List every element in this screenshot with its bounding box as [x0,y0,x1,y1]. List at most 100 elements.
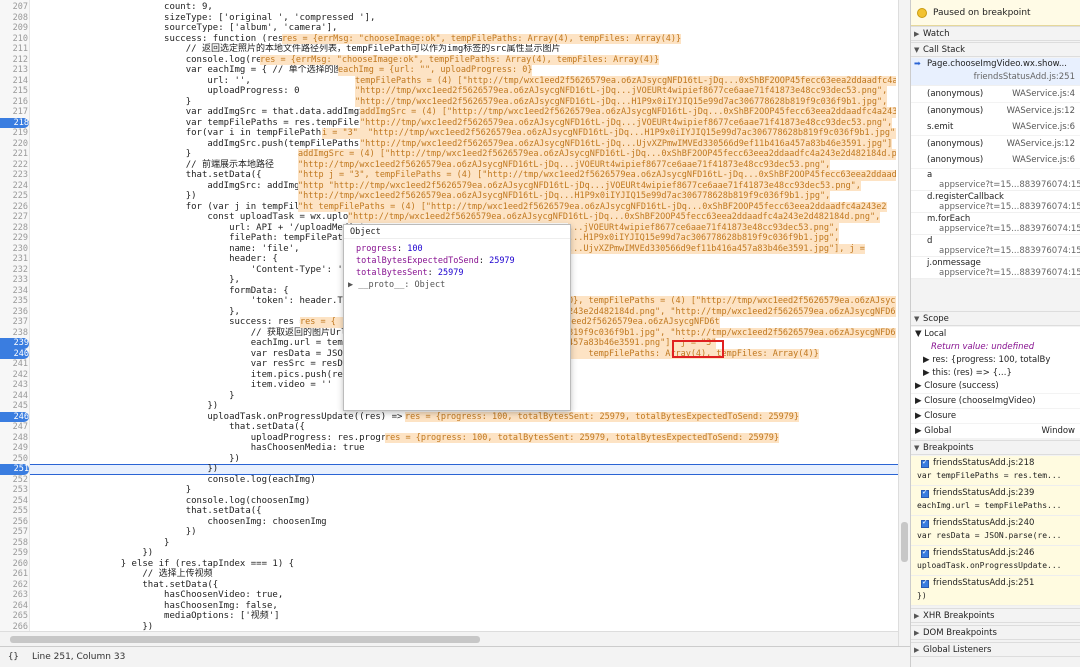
code-line[interactable]: }) [34,548,153,559]
call-frame[interactable]: d appservice?t=15...883976074:159 [911,234,1080,257]
code-line[interactable]: uploadProgress: res.progress, [34,433,408,444]
code-line[interactable]: sizeType: ['original ', 'compressed '], [34,13,375,24]
code-line[interactable]: hasChoosenMedia: true [34,443,365,454]
scope-closure-success[interactable]: ▶ Closure (success) [911,379,1080,393]
line-number[interactable]: 224 [0,181,28,192]
line-number[interactable]: 208 [0,13,28,24]
xhr-breakpoints-section-header[interactable]: ▶ XHR Breakpoints [911,608,1080,623]
code-line[interactable]: }, [34,307,240,318]
pretty-print-button[interactable]: {} [8,647,19,667]
breakpoint-checkbox[interactable] [921,578,929,588]
breakpoint-checkbox[interactable] [921,548,929,558]
breakpoint-item[interactable]: friendsStatusAdd.js:246 uploadTask.onProg… [911,546,1080,576]
code-line[interactable]: var resData = JSON.pars [34,349,376,360]
line-number[interactable]: 256 [0,517,28,528]
code-line[interactable]: console.log(res) [34,55,273,66]
horizontal-scrollbar[interactable] [0,631,898,646]
line-number[interactable]: 242 [0,370,28,381]
code-line[interactable]: item.pics.push(resSrc) [34,370,370,381]
line-number[interactable]: 260 [0,559,28,570]
scrollbar-thumb[interactable] [901,522,908,562]
line-number[interactable]: 257 [0,527,28,538]
line-number[interactable]: 243 [0,380,28,391]
line-number[interactable]: 249 [0,443,28,454]
code-line[interactable]: uploadProgress: 0 [34,86,299,97]
line-number[interactable]: 245 [0,401,28,412]
line-number[interactable]: 227 [0,212,28,223]
code-line[interactable]: // 前端展示本地路径 [34,160,274,171]
line-number[interactable]: 212 [0,55,28,66]
scope-closure[interactable]: ▶ Closure [911,409,1080,423]
code-line[interactable]: } [34,97,191,108]
line-number[interactable]: 216 [0,97,28,108]
code-line[interactable]: 'Content-Type': 'multip [34,265,376,276]
line-number[interactable]: 264 [0,601,28,612]
code-line[interactable]: }) [34,191,197,202]
call-frame[interactable]: (anonymous) WAService.js:4 [911,86,1080,102]
code-line[interactable]: }) [34,527,197,538]
line-number[interactable]: 265 [0,611,28,622]
breakpoint-item[interactable]: friendsStatusAdd.js:218 var tempFilePaths… [911,456,1080,486]
code-line[interactable]: // 返回选定照片的本地文件路径列表，tempFilePath可以作为img标签… [34,44,561,55]
line-number[interactable]: 235 [0,296,28,307]
line-number[interactable]: 223 [0,170,28,181]
line-number[interactable]: 259 [0,548,28,559]
code-line[interactable]: sourceType: ['album', 'camera'], [34,23,337,34]
line-number[interactable]: 238 [0,328,28,339]
code-line[interactable]: } [34,485,191,496]
breakpoint-item[interactable]: friendsStatusAdd.js:251}) [911,576,1080,606]
scope-res[interactable]: ▶ res: {progress: 100, totalBy [911,353,1080,367]
vertical-scrollbar[interactable] [898,0,910,646]
code-line[interactable]: that.setData({ [34,422,305,433]
line-number[interactable]: 213 [0,65,28,76]
code-line[interactable]: url: '', [34,76,250,87]
code-line[interactable]: // 选择上传视频 [34,569,212,580]
line-number[interactable]: 219 [0,128,28,139]
scope-local[interactable]: ▼ Local [911,327,1080,341]
line-number[interactable]: 225 [0,191,28,202]
scope-global[interactable]: ▶ Global Window [911,424,1080,438]
line-number[interactable]: 254 [0,496,28,507]
line-number[interactable]: 253 [0,485,28,496]
code-line[interactable]: choosenImg: choosenImg [34,517,326,528]
code-line[interactable]: filePath: tempFilePaths[j], [34,233,375,244]
line-number[interactable]: 255 [0,506,28,517]
code-line[interactable]: // 获取返回的图片Url [34,328,347,339]
code-line[interactable]: } else if (res.tapIndex === 1) { [34,559,294,570]
line-number[interactable]: 221 [0,149,28,160]
breakpoint-marker[interactable]: 239 [0,338,29,349]
line-number[interactable]: 247 [0,422,28,433]
line-number[interactable]: 234 [0,286,28,297]
line-number[interactable]: 210 [0,34,28,45]
scrollbar-thumb[interactable] [10,636,480,643]
global-listeners-section-header[interactable]: ▶ Global Listeners [911,642,1080,657]
breakpoint-marker[interactable]: 246 [0,411,29,422]
code-line[interactable]: formData: { [34,286,289,297]
code-line[interactable]: that.setData({ [34,506,262,517]
call-frame[interactable]: (anonymous) WAService.js:6 [911,152,1080,168]
line-number[interactable]: 209 [0,23,28,34]
line-number[interactable]: 261 [0,569,28,580]
line-number[interactable]: 222 [0,160,28,171]
code-line[interactable]: var addImgSrc = that.data.addImgSrc [34,107,376,118]
breakpoint-marker[interactable]: 218 [0,117,29,128]
code-line[interactable]: }) [34,454,240,465]
call-frame[interactable]: s.emit WAService.js:6 [911,119,1080,135]
line-number[interactable]: 263 [0,590,28,601]
line-number[interactable]: 252 [0,475,28,486]
breakpoint-item[interactable]: friendsStatusAdd.js:239 eachImg.url = tem… [911,486,1080,516]
line-number[interactable]: 250 [0,454,28,465]
call-frame[interactable]: j.onmessage appservice?t=15...883976074:1… [911,256,1080,279]
line-number[interactable]: 258 [0,538,28,549]
line-number[interactable]: 262 [0,580,28,591]
call-stack-section-header[interactable]: ▼ Call Stack [911,42,1080,57]
line-number[interactable]: 228 [0,223,28,234]
breakpoints-section-header[interactable]: ▼ Breakpoints [911,440,1080,455]
scope-closure-chooseimgvideo[interactable]: ▶ Closure (chooseImgVideo) [911,394,1080,408]
code-line[interactable]: that.setData({ [34,580,218,591]
code-line[interactable]: success: function (res) { [34,34,299,45]
line-number[interactable]: 232 [0,265,28,276]
code-line[interactable]: }) [34,464,218,475]
line-number[interactable]: 214 [0,76,28,87]
code-line[interactable]: hasChoosenImg: false, [34,601,278,612]
